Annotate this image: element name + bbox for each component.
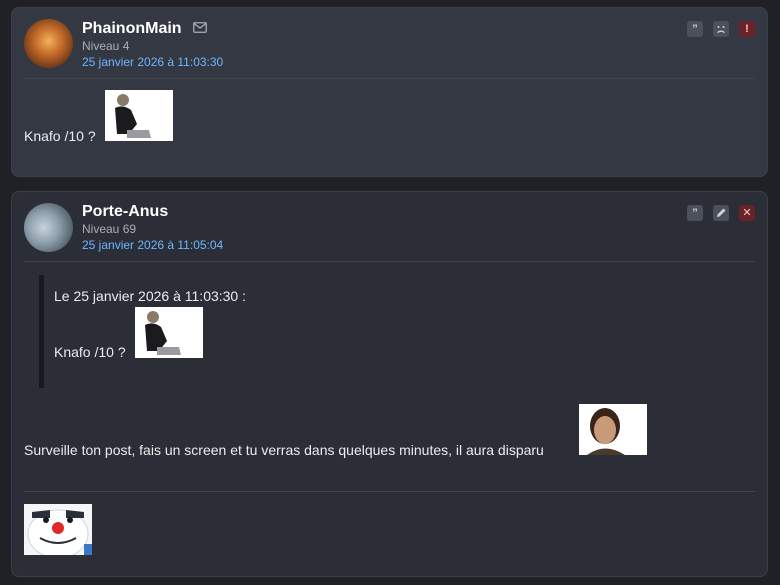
quote-text: Knafo /10 ? (54, 344, 126, 360)
divider (24, 78, 755, 79)
quote-header: Le 25 janvier 2026 à 11:03:30 : (54, 288, 247, 304)
quote-icon[interactable]: ” (687, 205, 703, 221)
sticker-image (135, 307, 203, 358)
post-message-text: Knafo /10 ? (24, 128, 96, 144)
quote-bar (39, 275, 44, 388)
sticker-image (579, 404, 647, 455)
post-date-link[interactable]: 25 janvier 2026 à 11:05:04 (82, 238, 223, 252)
forum-post: PhainonMain Niveau 4 25 janvier 2026 à 1… (11, 7, 768, 177)
mail-icon[interactable] (193, 22, 207, 33)
report-icon[interactable]: ! (739, 21, 755, 37)
delete-icon[interactable]: ✕ (739, 205, 755, 221)
post-author[interactable]: Porte-Anus (82, 203, 168, 221)
sticker-image (105, 90, 173, 141)
post-actions: ” ! (687, 21, 755, 37)
quote-icon[interactable]: ” (687, 21, 703, 37)
avatar[interactable] (24, 19, 73, 68)
sad-face-icon[interactable] (713, 21, 729, 37)
divider (24, 261, 755, 262)
post-date-link[interactable]: 25 janvier 2026 à 11:03:30 (82, 55, 223, 69)
divider (24, 491, 755, 492)
post-actions: ” ✕ (687, 205, 755, 221)
edit-icon[interactable] (713, 205, 729, 221)
author-level: Niveau 4 (82, 39, 130, 53)
avatar[interactable] (24, 203, 73, 252)
forum-post: Porte-Anus Niveau 69 25 janvier 2026 à 1… (11, 191, 768, 577)
post-author[interactable]: PhainonMain (82, 20, 182, 38)
signature-image (24, 504, 92, 555)
post-message-text: Surveille ton post, fais un screen et tu… (24, 442, 544, 458)
author-level: Niveau 69 (82, 222, 137, 236)
